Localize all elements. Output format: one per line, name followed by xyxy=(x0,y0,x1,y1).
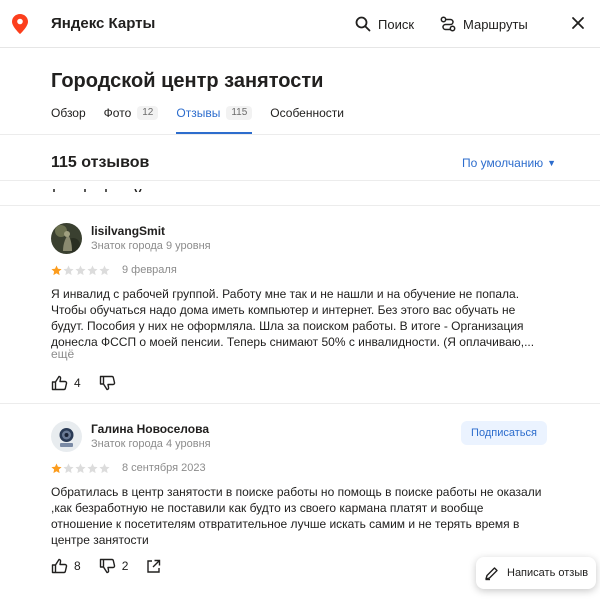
star-filled-icon xyxy=(51,463,62,474)
rating-stars xyxy=(51,265,110,276)
pencil-icon xyxy=(485,566,498,580)
star-empty-icon xyxy=(63,265,74,276)
sort-label: По умолчанию xyxy=(462,156,544,170)
star-empty-icon xyxy=(75,265,86,276)
reviews-count-heading: 115 отзывов xyxy=(51,154,150,171)
author-name[interactable]: lisilvangSmit xyxy=(91,224,165,238)
tab-features[interactable]: Особенности xyxy=(270,104,344,134)
author-rank: Знаток города 4 уровня xyxy=(91,438,211,450)
close-icon[interactable] xyxy=(570,15,586,31)
like-button[interactable]: 8 xyxy=(51,558,81,574)
avatar[interactable] xyxy=(51,223,82,254)
chevron-down-icon: ▼ xyxy=(547,158,557,168)
tab-label: Особенности xyxy=(270,106,344,120)
like-count: 8 xyxy=(74,559,81,573)
tabs-divider xyxy=(0,134,600,135)
star-empty-icon xyxy=(99,265,110,276)
review-text: Я инвалид с рабочей группой. Работу мне … xyxy=(51,287,535,349)
star-empty-icon xyxy=(63,463,74,474)
author-name[interactable]: Галина Новоселова xyxy=(91,422,209,436)
thumbs-up-icon xyxy=(51,558,68,574)
star-empty-icon xyxy=(87,265,98,276)
tab-label: Фото xyxy=(103,106,132,120)
tab-reviews[interactable]: Отзывы 115 xyxy=(176,104,253,134)
review-card: lisilvangSmit Знаток города 9 уровня 9 ф… xyxy=(51,223,551,393)
sort-dropdown[interactable]: По умолчанию ▼ xyxy=(462,156,556,170)
write-review-label: Написать отзыв xyxy=(507,567,589,579)
route-icon xyxy=(440,16,456,32)
review-divider xyxy=(0,403,600,404)
search-icon xyxy=(355,16,371,32)
thumbs-down-icon xyxy=(99,558,115,574)
tab-overview[interactable]: Обзор xyxy=(51,104,86,134)
organization-title: Городской центр занятости xyxy=(51,70,324,92)
review-actions: 4 xyxy=(51,375,122,391)
routes-label: Маршруты xyxy=(463,16,528,32)
star-empty-icon xyxy=(75,463,86,474)
rating-stars xyxy=(51,463,110,474)
avatar[interactable] xyxy=(51,421,82,452)
like-button[interactable]: 4 xyxy=(51,375,81,391)
like-count: 4 xyxy=(74,376,81,390)
routes-button[interactable]: Маршруты xyxy=(440,12,528,36)
search-label: Поиск xyxy=(378,16,415,32)
review-divider xyxy=(0,205,600,206)
review-text: Обратилась в центр занятости в поиске ра… xyxy=(51,485,542,547)
review-card: Галина Новоселова Знаток города 4 уровня… xyxy=(51,421,551,581)
subscribe-button[interactable]: Подписаться xyxy=(461,421,547,445)
brand-title[interactable]: Яндекс Карты xyxy=(51,15,155,32)
tab-photos[interactable]: Фото 12 xyxy=(104,104,159,134)
previous-review-actions-cutoff xyxy=(51,184,151,192)
star-empty-icon xyxy=(99,463,110,474)
map-pin-logo-icon[interactable] xyxy=(12,14,28,34)
review-date: 9 февраля xyxy=(122,264,177,276)
star-empty-icon xyxy=(87,463,98,474)
write-review-button[interactable]: Написать отзыв xyxy=(476,557,596,589)
search-button[interactable]: Поиск xyxy=(355,12,414,36)
tab-count-badge: 12 xyxy=(137,106,159,120)
share-icon xyxy=(147,559,161,573)
tabs-bar: Обзор Фото 12 Отзывы 115 Особенности xyxy=(51,104,344,134)
dislike-count: 2 xyxy=(121,559,129,573)
top-bar: Яндекс Карты Поиск Маршруты xyxy=(0,0,600,48)
header-divider xyxy=(0,180,600,181)
author-rank: Знаток города 9 уровня xyxy=(91,240,211,252)
dislike-button[interactable] xyxy=(99,375,122,391)
thumbs-up-icon xyxy=(51,375,68,391)
tab-count-badge: 115 xyxy=(226,106,253,120)
share-button[interactable] xyxy=(146,559,161,574)
thumbs-down-icon xyxy=(99,375,115,391)
dislike-button[interactable]: 2 xyxy=(99,558,129,574)
star-filled-icon xyxy=(51,265,62,276)
tab-label: Обзор xyxy=(51,106,86,120)
review-actions: 8 2 xyxy=(51,558,161,574)
review-date: 8 сентября 2023 xyxy=(122,462,206,474)
tab-label: Отзывы xyxy=(176,106,221,120)
read-more-link[interactable]: ещё xyxy=(51,347,74,361)
